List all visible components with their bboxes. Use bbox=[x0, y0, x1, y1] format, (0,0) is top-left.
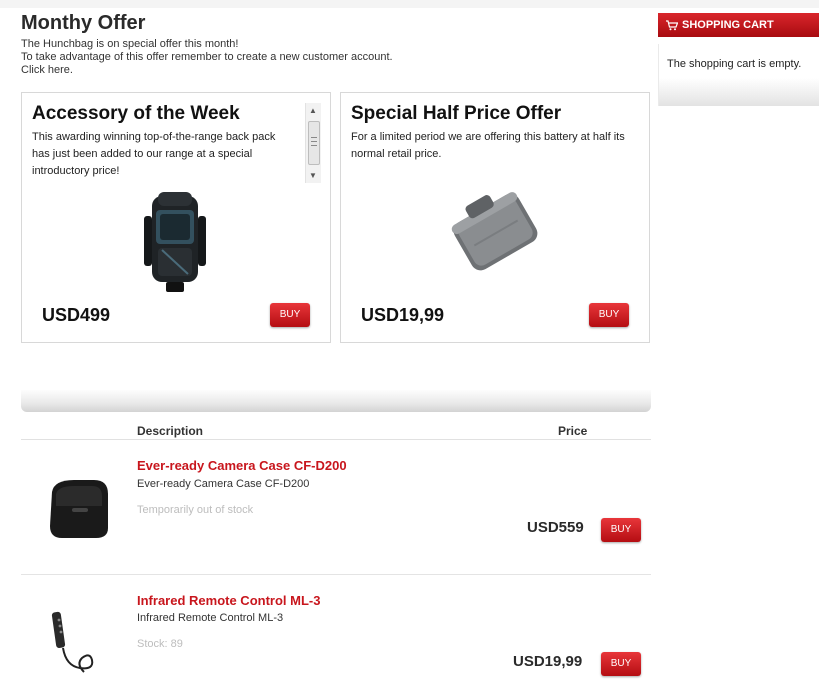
product-2-stock: Stock: 89 bbox=[137, 638, 183, 650]
accessory-buy-button[interactable]: BUY bbox=[270, 303, 310, 327]
half-price-title: Special Half Price Offer bbox=[351, 103, 562, 124]
product-1-name[interactable]: Ever-ready Camera Case CF-D200 bbox=[137, 458, 347, 473]
column-price: Price bbox=[558, 424, 588, 438]
page: Monthy Offer The Hunchbag is on special … bbox=[0, 0, 819, 683]
half-price-box: Special Half Price Offer For a limited p… bbox=[340, 92, 650, 343]
cart-icon bbox=[666, 19, 678, 30]
top-strip bbox=[0, 0, 819, 8]
offer-line-2: To take advantage of this offer remember… bbox=[21, 51, 393, 63]
offer-line-1: The Hunchbag is on special offer this mo… bbox=[21, 38, 239, 50]
row-separator bbox=[21, 574, 651, 575]
shopping-cart-header[interactable]: SHOPPING CART bbox=[658, 13, 819, 37]
shopping-cart-body: The shopping cart is empty. bbox=[658, 44, 819, 106]
half-price-description: For a limited period we are offering thi… bbox=[351, 131, 625, 160]
backpack-image[interactable] bbox=[140, 188, 210, 298]
accessory-title: Accessory of the Week bbox=[32, 103, 240, 124]
remote-control-image[interactable] bbox=[48, 608, 108, 678]
accessory-price: USD499 bbox=[42, 305, 111, 325]
product-table-header: Description Price bbox=[21, 420, 651, 440]
section-divider bbox=[21, 390, 651, 412]
accessory-description: This awarding winning top-of-the-range b… bbox=[32, 131, 276, 177]
column-description: Description bbox=[137, 424, 204, 438]
half-price-price: USD19,99 bbox=[361, 305, 445, 325]
product-2-buy-button[interactable]: BUY bbox=[601, 652, 641, 676]
accessory-box: Accessory of the Week This awarding winn… bbox=[21, 92, 331, 343]
offer-click-link[interactable]: Click here. bbox=[21, 64, 393, 77]
product-1-stock: Temporarily out of stock bbox=[137, 504, 254, 516]
scroll-down-icon[interactable]: ▼ bbox=[309, 171, 317, 180]
product-1-subtitle: Ever-ready Camera Case CF-D200 bbox=[137, 478, 310, 490]
battery-image[interactable] bbox=[441, 183, 551, 283]
scroll-up-icon[interactable]: ▲ bbox=[309, 106, 317, 115]
offer-text: The Hunchbag is on special offer this mo… bbox=[21, 38, 393, 77]
scroll-thumb[interactable] bbox=[308, 121, 320, 165]
product-2-name[interactable]: Infrared Remote Control ML-3 bbox=[137, 593, 320, 608]
product-2-subtitle: Infrared Remote Control ML-3 bbox=[137, 612, 284, 624]
product-1-price: USD559 bbox=[527, 519, 584, 536]
shopping-cart-title: SHOPPING CART bbox=[682, 19, 774, 31]
half-price-buy-button[interactable]: BUY bbox=[589, 303, 629, 327]
offer-title: Monthy Offer bbox=[21, 12, 146, 34]
cart-empty-text: The shopping cart is empty. bbox=[667, 58, 802, 70]
accessory-scrollbar[interactable]: ▲ ▼ bbox=[305, 103, 321, 183]
camera-case-image[interactable] bbox=[44, 472, 114, 544]
product-1-buy-button[interactable]: BUY bbox=[601, 518, 641, 542]
product-2-price: USD19,99 bbox=[513, 653, 583, 670]
